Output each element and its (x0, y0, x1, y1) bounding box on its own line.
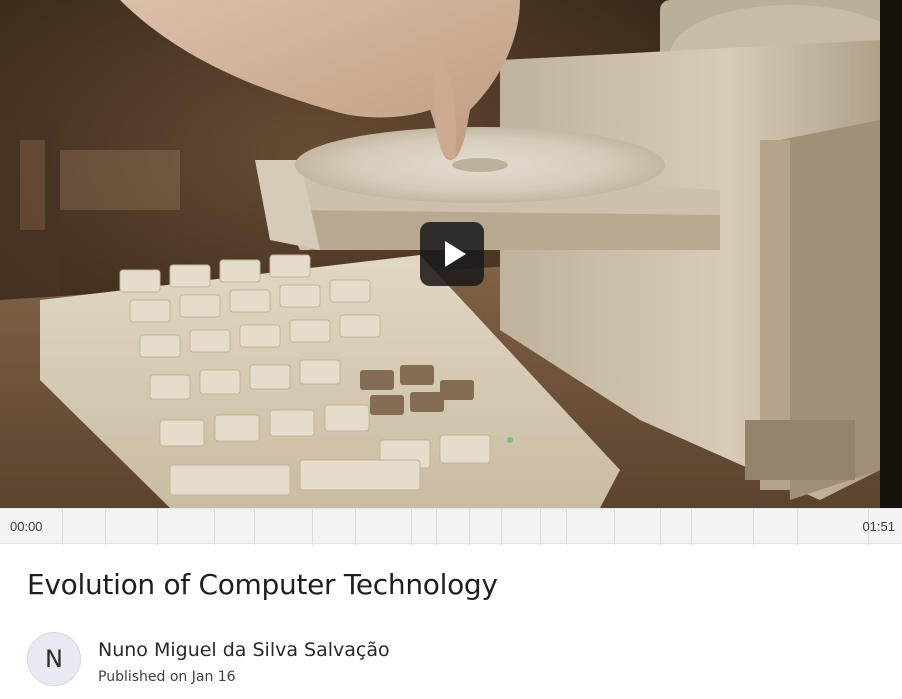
timeline-tick (436, 509, 437, 545)
play-button[interactable] (420, 222, 484, 286)
avatar-initial: N (45, 645, 63, 673)
timeline-tick (254, 509, 255, 545)
timeline-tick (105, 509, 106, 545)
timeline-tick (566, 509, 567, 545)
timeline-tick (469, 509, 470, 545)
timeline-tick (411, 509, 412, 545)
timeline-tick (157, 509, 158, 545)
author-avatar[interactable]: N (27, 632, 81, 686)
timeline-tick (355, 509, 356, 545)
timeline-tick (501, 509, 502, 545)
author-name[interactable]: Nuno Miguel da Silva Salvação (98, 639, 390, 661)
timeline-tick (540, 509, 541, 545)
timeline-tick (753, 509, 754, 545)
published-date: Published on Jan 16 (98, 669, 236, 685)
play-icon (445, 241, 466, 267)
timeline-start-time: 00:00 (10, 519, 43, 534)
timeline-tick (614, 509, 615, 545)
timeline-tick (797, 509, 798, 545)
timeline-tick (62, 509, 63, 545)
timeline-tick (214, 509, 215, 545)
timeline-tick (691, 509, 692, 545)
video-player[interactable] (0, 0, 902, 508)
video-title: Evolution of Computer Technology (27, 568, 498, 601)
timeline-tick (660, 509, 661, 545)
timeline-end-time: 01:51 (862, 519, 895, 534)
timeline-tick (312, 509, 313, 545)
video-timeline[interactable]: 00:00 01:51 (0, 508, 902, 545)
